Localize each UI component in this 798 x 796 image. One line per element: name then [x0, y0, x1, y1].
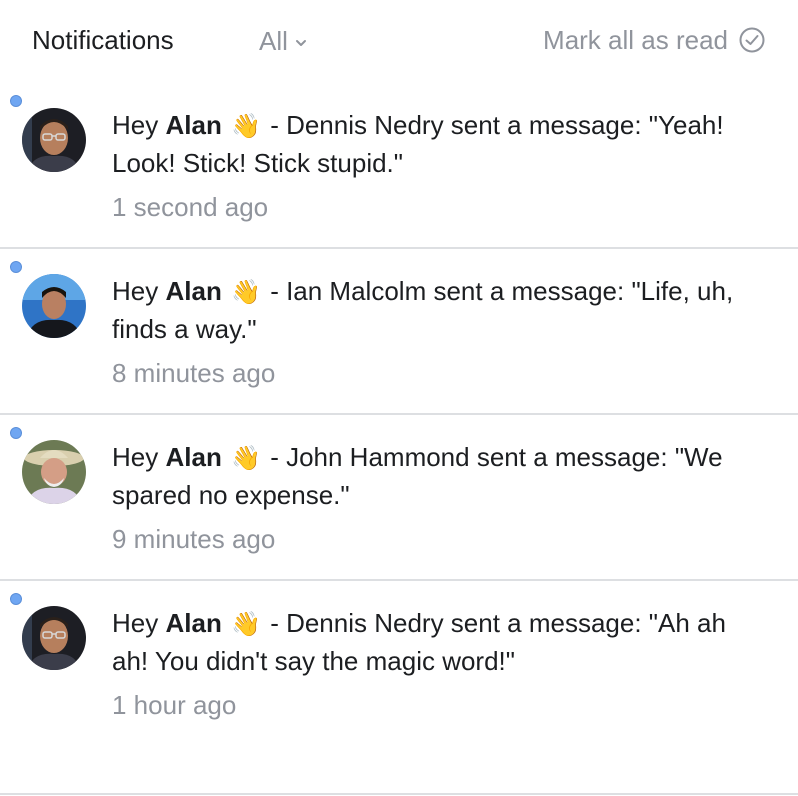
unread-indicator[interactable]	[10, 427, 22, 439]
mark-all-read-label: Mark all as read	[543, 25, 728, 55]
notification-item[interactable]: Hey Alan 👋 - Ian Malcolm sent a message:…	[0, 249, 798, 415]
unread-indicator[interactable]	[10, 593, 22, 605]
notification-timestamp: 1 second ago	[112, 192, 269, 222]
notification-message: Hey Alan 👋 - Ian Malcolm sent a message:…	[112, 273, 752, 347]
notification-content: Hey Alan 👋 - Ian Malcolm sent a message:…	[112, 273, 752, 389]
unread-indicator[interactable]	[10, 95, 22, 107]
notification-message: Hey Alan 👋 - Dennis Nedry sent a message…	[112, 107, 752, 181]
notification-item[interactable]: Hey Alan 👋 - Dennis Nedry sent a message…	[0, 83, 798, 249]
ian-malcolm-avatar	[22, 274, 86, 338]
mark-all-read-button[interactable]: Mark all as read	[543, 24, 766, 56]
recipient-name: Alan	[165, 442, 222, 472]
notification-content: Hey Alan 👋 - Dennis Nedry sent a message…	[112, 107, 752, 223]
notification-timestamp: 1 hour ago	[112, 690, 237, 720]
recipient-name: Alan	[165, 608, 222, 638]
greeting-text: Hey	[112, 442, 159, 472]
waving-hand-icon: 👋	[231, 445, 261, 472]
unread-indicator[interactable]	[10, 261, 22, 273]
chevron-down-icon	[295, 40, 306, 46]
notification-message: Hey Alan 👋 - Dennis Nedry sent a message…	[112, 605, 752, 679]
dennis-nedry-avatar	[22, 606, 86, 670]
greeting-text: Hey	[112, 276, 159, 306]
recipient-name: Alan	[165, 110, 222, 140]
waving-hand-icon: 👋	[231, 113, 261, 140]
page-title: Notifications	[32, 25, 174, 55]
filter-label: All	[259, 26, 288, 56]
waving-hand-icon: 👋	[231, 611, 261, 638]
john-hammond-avatar	[22, 440, 86, 504]
notification-timestamp: 8 minutes ago	[112, 358, 276, 388]
notification-content: Hey Alan 👋 - Dennis Nedry sent a message…	[112, 605, 752, 721]
check-circle-icon	[739, 27, 765, 53]
filter-dropdown[interactable]: All	[259, 25, 308, 57]
greeting-text: Hey	[112, 110, 159, 140]
notification-item[interactable]: Hey Alan 👋 - John Hammond sent a message…	[0, 415, 798, 581]
notification-content: Hey Alan 👋 - John Hammond sent a message…	[112, 439, 752, 555]
notification-list: Hey Alan 👋 - Dennis Nedry sent a message…	[0, 83, 798, 795]
notification-timestamp: 9 minutes ago	[112, 524, 276, 554]
recipient-name: Alan	[165, 276, 222, 306]
notification-item[interactable]: Hey Alan 👋 - Dennis Nedry sent a message…	[0, 581, 798, 795]
notifications-header: Notifications All Mark all as read	[0, 0, 798, 80]
notification-message: Hey Alan 👋 - John Hammond sent a message…	[112, 439, 752, 513]
dennis-nedry-avatar	[22, 108, 86, 172]
waving-hand-icon: 👋	[231, 279, 261, 306]
greeting-text: Hey	[112, 608, 159, 638]
